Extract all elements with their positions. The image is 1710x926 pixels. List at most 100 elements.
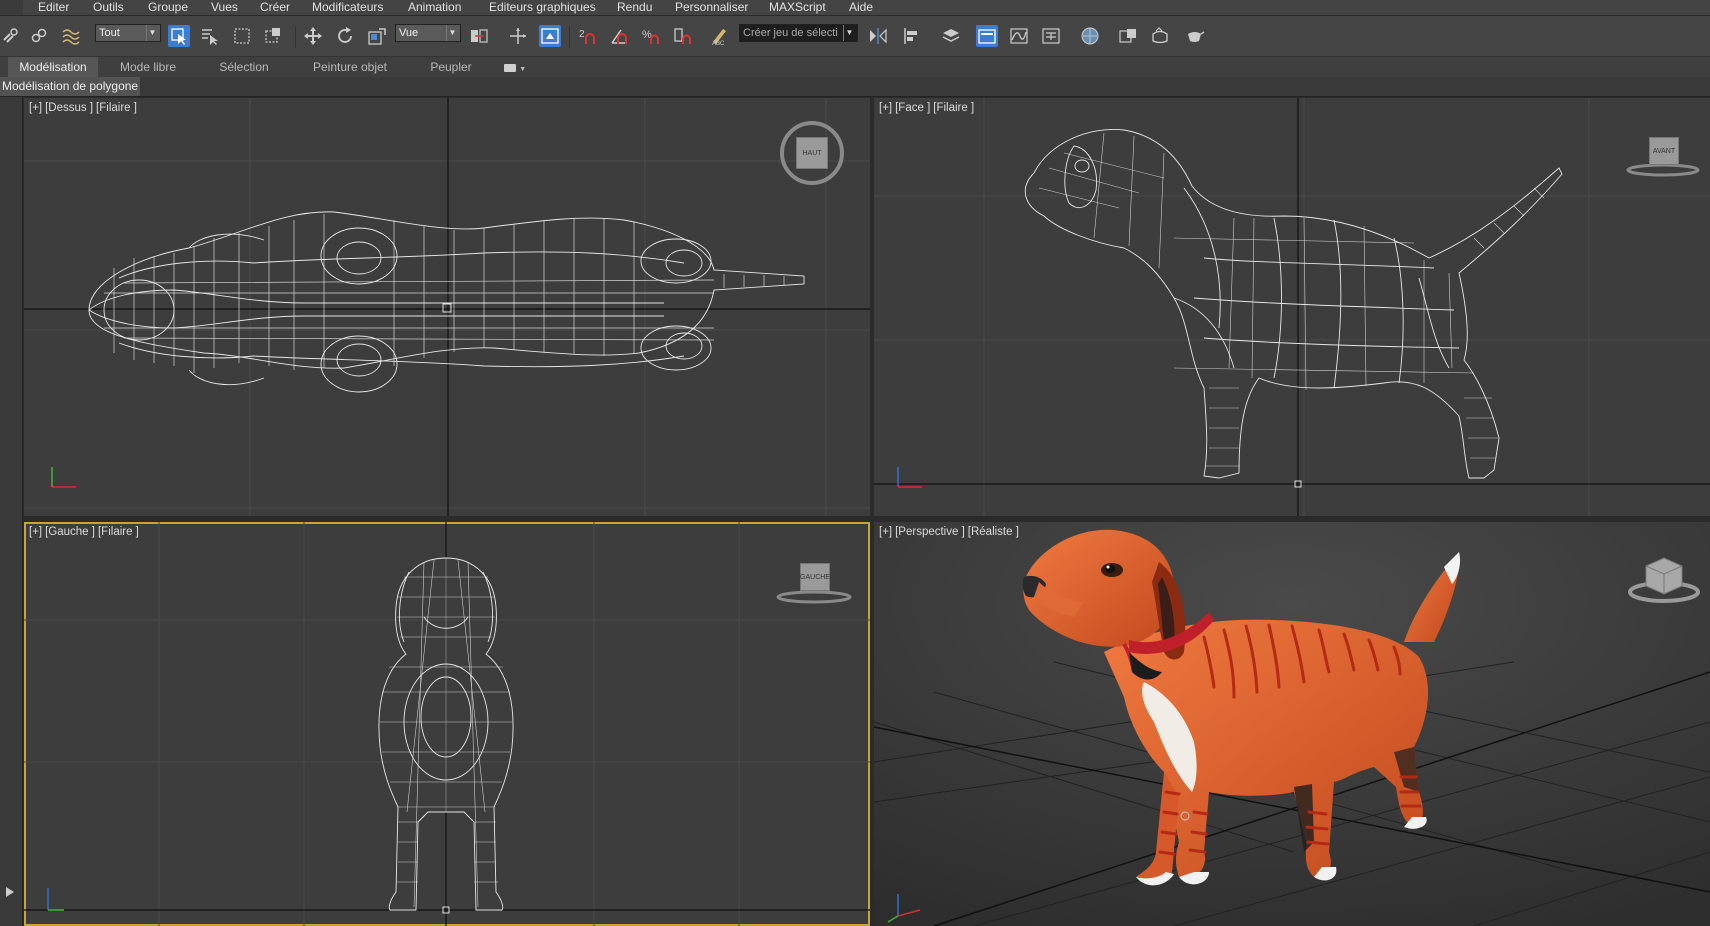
menu-vues[interactable]: Vues: [211, 0, 238, 15]
play-icon[interactable]: [4, 886, 16, 898]
dog-wireframe-left[interactable]: [24, 522, 870, 926]
reference-coordinate-select[interactable]: Vue ▼: [395, 24, 461, 42]
viewcube-face[interactable]: HAUT: [796, 137, 828, 169]
viewport-menu[interactable]: [+]: [879, 102, 892, 114]
viewcube-perspective[interactable]: [1626, 550, 1702, 606]
toolbar-separator: [569, 26, 570, 48]
viewcube-face[interactable]: GAUCHE: [800, 563, 830, 591]
viewport-view-menu[interactable]: [Dessus ]: [45, 102, 93, 114]
chevron-down-icon: ▼: [843, 25, 855, 41]
menu-animation[interactable]: Animation: [408, 0, 461, 15]
tab-peinture-objet[interactable]: Peinture objet: [304, 57, 396, 77]
axis-tripod-icon: [47, 888, 64, 911]
chevron-down-icon: ▼: [446, 25, 458, 41]
selection-filter-value: Tout: [99, 27, 120, 39]
viewport-shading-menu[interactable]: [Filaire ]: [98, 526, 139, 538]
tab-selection[interactable]: Sélection: [204, 57, 284, 77]
viewport-shading-menu[interactable]: [Filaire ]: [933, 102, 974, 114]
viewport-left[interactable]: [+] [Gauche ] [Filaire ] GAUCHE: [24, 522, 870, 926]
scene-explorer-button[interactable]: [976, 25, 998, 47]
named-selection-placeholder: Créer jeu de sélecti: [743, 27, 838, 39]
scale-icon[interactable]: [366, 25, 388, 47]
percent-snap-icon[interactable]: %: [640, 25, 662, 47]
viewcube-left[interactable]: GAUCHE: [776, 560, 852, 606]
unlink-icon[interactable]: [28, 25, 50, 47]
layer-explorer-icon[interactable]: [940, 25, 962, 47]
viewcube-icon: [1628, 557, 1700, 603]
link-icon[interactable]: [0, 25, 22, 47]
toolbar-separator: [295, 26, 296, 48]
ribbon-options-button[interactable]: ▼: [500, 57, 530, 77]
viewport-label-perspective[interactable]: [+] [Perspective ] [Réaliste ]: [879, 526, 1022, 538]
bind-space-warp-icon[interactable]: [60, 25, 82, 47]
tab-modelisation[interactable]: Modélisation: [8, 57, 98, 77]
viewcube-face[interactable]: AVANT: [1649, 137, 1679, 165]
viewport-menu[interactable]: [+]: [29, 526, 42, 538]
pivot-center-icon[interactable]: [468, 25, 490, 47]
render-setup-icon[interactable]: [1117, 25, 1139, 47]
svg-text:2: 2: [579, 29, 585, 40]
dog-shaded-perspective[interactable]: [874, 522, 1710, 926]
polygon-modeling-label[interactable]: Modélisation de polygone: [0, 77, 141, 96]
viewport-front[interactable]: [+] [Face ] [Filaire ] AVANT: [874, 98, 1710, 516]
align-icon[interactable]: [901, 25, 923, 47]
ribbon-panel: Modélisation de polygone: [0, 77, 1710, 97]
select-and-manipulate-icon[interactable]: [507, 25, 529, 47]
menu-bar: Editer Outils Groupe Vues Créer Modifica…: [0, 0, 1710, 16]
curve-editor-icon[interactable]: [1008, 25, 1030, 47]
schematic-view-icon[interactable]: [1040, 25, 1062, 47]
spinner-snap-icon[interactable]: [672, 25, 694, 47]
menu-editeurs-graphiques[interactable]: Editeurs graphiques: [489, 0, 596, 15]
menu-editer[interactable]: Editer: [38, 0, 69, 15]
tab-peupler[interactable]: Peupler: [416, 57, 486, 77]
app-menu-button[interactable]: [0, 0, 23, 15]
keyboard-shortcut-override-button[interactable]: [539, 25, 561, 47]
viewport-label-front[interactable]: [+] [Face ] [Filaire ]: [879, 102, 977, 114]
menu-modificateurs[interactable]: Modificateurs: [312, 0, 383, 15]
render-production-icon[interactable]: [1184, 25, 1206, 47]
named-selection-set-select[interactable]: Créer jeu de sélecti ▼: [739, 24, 858, 42]
menu-aide[interactable]: Aide: [849, 0, 873, 15]
menu-creer[interactable]: Créer: [260, 0, 290, 15]
mirror-icon[interactable]: [867, 25, 889, 47]
viewport-shading-menu[interactable]: [Filaire ]: [96, 102, 137, 114]
viewport-view-menu[interactable]: [Face ]: [895, 102, 930, 114]
viewport-top[interactable]: [+] [Dessus ] [Filaire ] HAUT: [24, 98, 870, 516]
viewport-perspective[interactable]: [+] [Perspective ] [Réaliste ]: [874, 522, 1710, 926]
reference-coordinate-value: Vue: [399, 27, 419, 39]
move-icon[interactable]: [302, 25, 324, 47]
rotate-icon[interactable]: [334, 25, 356, 47]
viewcube-top[interactable]: HAUT: [779, 120, 845, 186]
viewport-view-menu[interactable]: [Perspective ]: [895, 526, 965, 538]
viewport-label-left[interactable]: [+] [Gauche ] [Filaire ]: [29, 526, 142, 538]
menu-outils[interactable]: Outils: [93, 0, 124, 15]
material-editor-icon[interactable]: [1079, 25, 1101, 47]
dog-wireframe-top[interactable]: [24, 98, 870, 516]
chevron-down-icon: ▼: [146, 25, 158, 41]
selection-filter-select[interactable]: Tout ▼: [95, 24, 161, 42]
rendered-frame-window-icon[interactable]: [1149, 25, 1171, 47]
viewport-menu[interactable]: [+]: [29, 102, 42, 114]
dog-wireframe-front[interactable]: [874, 98, 1710, 516]
axis-tripod-icon: [887, 894, 921, 923]
edit-named-selection-icon[interactable]: ABC: [708, 25, 730, 47]
angle-snap-icon[interactable]: [608, 25, 630, 47]
tab-mode-libre[interactable]: Mode libre: [108, 57, 188, 77]
rectangular-selection-icon[interactable]: [231, 25, 253, 47]
snaps-toggle-icon[interactable]: 2: [576, 25, 598, 47]
svg-text:ABC: ABC: [712, 41, 725, 46]
viewport-layout-strip[interactable]: [0, 97, 23, 926]
ribbon-options-icon: [503, 63, 516, 72]
window-crossing-icon[interactable]: [262, 25, 284, 47]
viewport-label-top[interactable]: [+] [Dessus ] [Filaire ]: [29, 102, 140, 114]
select-by-name-icon[interactable]: [199, 25, 221, 47]
viewcube-front[interactable]: AVANT: [1626, 134, 1700, 178]
menu-groupe[interactable]: Groupe: [148, 0, 188, 15]
menu-maxscript[interactable]: MAXScript: [769, 0, 826, 15]
viewport-view-menu[interactable]: [Gauche ]: [45, 526, 95, 538]
select-object-button[interactable]: [168, 25, 190, 47]
viewport-menu[interactable]: [+]: [879, 526, 892, 538]
menu-personnaliser[interactable]: Personnaliser: [675, 0, 748, 15]
menu-rendu[interactable]: Rendu: [617, 0, 652, 15]
viewport-shading-menu[interactable]: [Réaliste ]: [968, 526, 1019, 538]
